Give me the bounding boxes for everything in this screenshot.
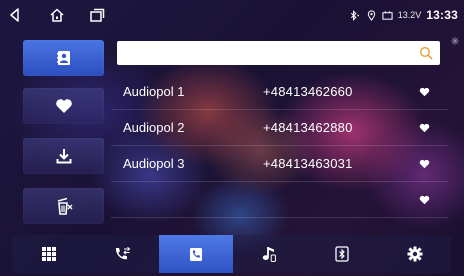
contacts-icon xyxy=(190,247,202,261)
sidebar-item-download[interactable] xyxy=(23,138,104,174)
bluetooth-icon xyxy=(335,246,349,262)
trash-icon xyxy=(57,197,72,215)
bottom-tab-bar xyxy=(12,235,451,273)
contacts-book-icon xyxy=(56,51,70,65)
tab-keypad[interactable] xyxy=(12,235,86,273)
dialpad-icon xyxy=(42,247,56,261)
gear-icon xyxy=(407,246,423,262)
download-icon xyxy=(56,149,71,164)
contact-number: +48413462660 xyxy=(263,84,353,99)
tab-music[interactable] xyxy=(232,235,306,273)
clock: 13:33 xyxy=(426,8,458,22)
favorite-heart-icon[interactable] xyxy=(419,195,430,205)
contact-row[interactable]: Audiopol 3 +48413463031 xyxy=(111,146,448,182)
heart-icon xyxy=(55,99,72,113)
contact-name: Audiopol 2 xyxy=(123,120,185,135)
favorite-heart-icon[interactable] xyxy=(419,123,430,133)
status-bar: 13.2V 13:33 xyxy=(0,0,464,30)
location-icon xyxy=(367,9,375,21)
contact-name: Audiopol 3 xyxy=(123,156,185,171)
bluetooth-icon xyxy=(350,9,359,21)
tab-bluetooth[interactable] xyxy=(305,235,379,273)
favorite-heart-icon[interactable] xyxy=(419,87,430,97)
recents-icon[interactable] xyxy=(88,6,106,24)
tab-settings[interactable] xyxy=(378,235,452,273)
music-note-icon xyxy=(262,247,276,262)
call-log-icon xyxy=(115,246,131,260)
contact-row[interactable] xyxy=(111,182,448,218)
contact-row[interactable]: Audiopol 2 +48413462880 xyxy=(111,110,448,146)
tab-contacts[interactable] xyxy=(159,235,233,273)
search-icon[interactable] xyxy=(419,46,433,60)
home-icon[interactable] xyxy=(48,6,66,24)
battery-icon xyxy=(382,10,393,20)
scroll-indicator-icon xyxy=(451,37,459,45)
search-input[interactable] xyxy=(123,44,417,64)
row-divider xyxy=(111,217,448,218)
search-bar[interactable] xyxy=(117,41,440,65)
sidebar-item-contacts[interactable] xyxy=(23,40,104,76)
back-icon[interactable] xyxy=(6,6,24,24)
voltage-readout: 13.2V xyxy=(397,10,422,20)
favorite-heart-icon[interactable] xyxy=(419,159,430,169)
contact-number: +48413463031 xyxy=(263,156,353,171)
contact-name: Audiopol 1 xyxy=(123,84,185,99)
sidebar-item-favorites[interactable] xyxy=(23,88,104,124)
tab-call-log[interactable] xyxy=(85,235,159,273)
contact-row[interactable]: Audiopol 1 +48413462660 xyxy=(111,74,448,110)
contact-number: +48413462880 xyxy=(263,120,353,135)
sidebar-item-delete[interactable] xyxy=(23,188,104,224)
